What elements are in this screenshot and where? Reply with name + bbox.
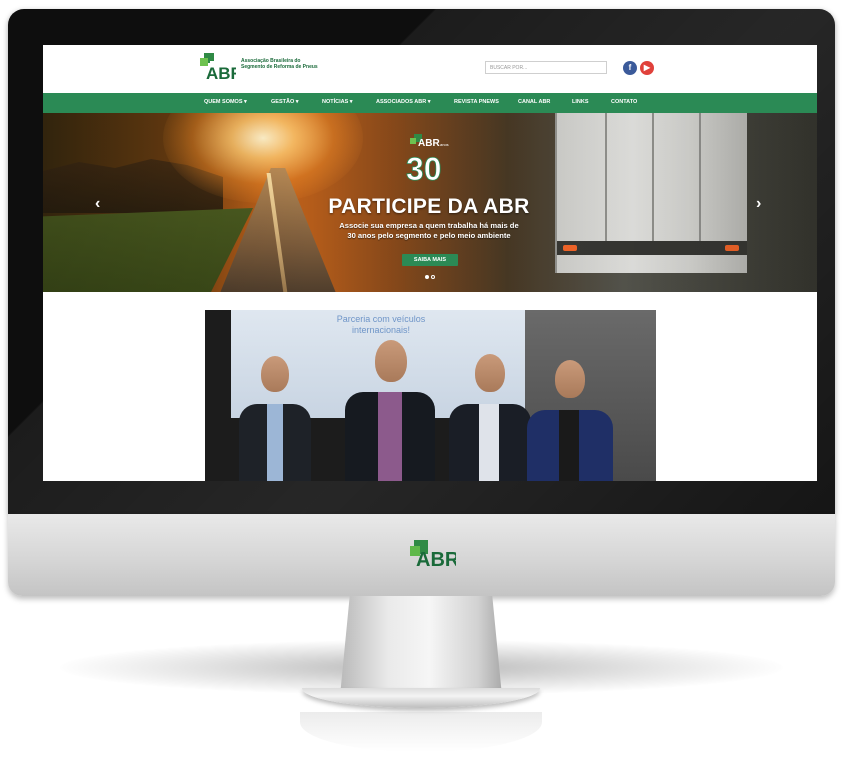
person-head: [555, 360, 585, 398]
website-screen: ABR Associação Brasileira do Segmento de…: [43, 45, 817, 481]
person-shirt: [267, 404, 283, 481]
stand-reflection: [300, 712, 542, 752]
logo-caption: Associação Brasileira do Segmento de Ref…: [241, 58, 318, 70]
person-shirt: [559, 410, 579, 481]
monitor-stand-base: [302, 688, 540, 708]
nav-item-noticias[interactable]: NOTÍCIAS ▾: [322, 99, 353, 105]
carousel-prev-arrow-icon[interactable]: ‹: [95, 195, 100, 213]
hero-carousel: ABR anos 30 PARTICIPE DA ABR Associe sua…: [43, 113, 817, 292]
carousel-dot[interactable]: [431, 275, 435, 279]
person-head: [261, 356, 289, 392]
nav-item-canal[interactable]: CANAL ABR: [518, 99, 550, 105]
monitor-stand-neck: [340, 596, 502, 696]
nav-item-quem-somos[interactable]: QUEM SOMOS ▾: [204, 99, 247, 105]
abr-chin-logo-icon: ABR: [410, 540, 456, 571]
person-head: [375, 340, 407, 382]
nav-item-contato[interactable]: CONTATO: [611, 99, 637, 105]
person-1: [239, 356, 311, 481]
facebook-icon[interactable]: f: [623, 61, 637, 75]
monitor-chin: ABR: [8, 514, 835, 596]
carousel-next-arrow-icon[interactable]: ›: [756, 195, 761, 213]
site-header: ABR Associação Brasileira do Segmento de…: [43, 45, 817, 93]
search-input[interactable]: BUSCAR POR...: [485, 61, 607, 74]
saiba-mais-button[interactable]: SAIBA MAIS: [402, 254, 458, 266]
person-shirt: [479, 404, 499, 481]
hero-subtitle-line1: Associe sua empresa a quem trabalha há m…: [339, 221, 519, 230]
carousel-indicators: [425, 275, 437, 280]
abr-logo-icon[interactable]: ABR: [200, 51, 236, 83]
badge-caption: anos: [440, 142, 449, 147]
person-head: [475, 354, 505, 392]
projection-text: Parceria com veículos internacionais!: [291, 314, 471, 336]
person-2: [345, 340, 435, 481]
person-shirt: [378, 392, 402, 481]
abr-30-anos-badge-icon: ABR anos 30: [406, 134, 449, 186]
person-3: [449, 354, 531, 481]
projection-text-line1: Parceria com veículos: [336, 314, 426, 324]
youtube-icon[interactable]: ▶: [640, 61, 654, 75]
person-4: [527, 360, 613, 481]
badge-logo-text: ABR: [418, 138, 440, 149]
badge-number: 30: [406, 151, 442, 186]
logo-text: ABR: [206, 64, 236, 83]
chin-logo-text: ABR: [416, 549, 456, 571]
carousel-dot-active[interactable]: [425, 275, 429, 279]
news-photo[interactable]: Parceria com veículos internacionais!: [205, 310, 656, 481]
nav-item-gestao[interactable]: GESTÃO ▾: [271, 99, 299, 105]
nav-item-associados[interactable]: ASSOCIADOS ABR ▾: [376, 99, 431, 105]
hero-subtitle-line2: 30 anos pelo segmento e pelo meio ambien…: [347, 230, 511, 240]
nav-item-revista[interactable]: REVISTA PNEWS: [454, 99, 499, 105]
main-navigation: QUEM SOMOS ▾ GESTÃO ▾ NOTÍCIAS ▾ ASSOCIA…: [43, 93, 817, 113]
nav-item-links[interactable]: LINKS: [572, 99, 589, 105]
hero-subtitle: Associe sua empresa a quem trabalha há m…: [319, 221, 539, 240]
hero-title: PARTICIPE DA ABR: [328, 195, 530, 218]
projection-text-line2: internacionais!: [351, 325, 411, 335]
